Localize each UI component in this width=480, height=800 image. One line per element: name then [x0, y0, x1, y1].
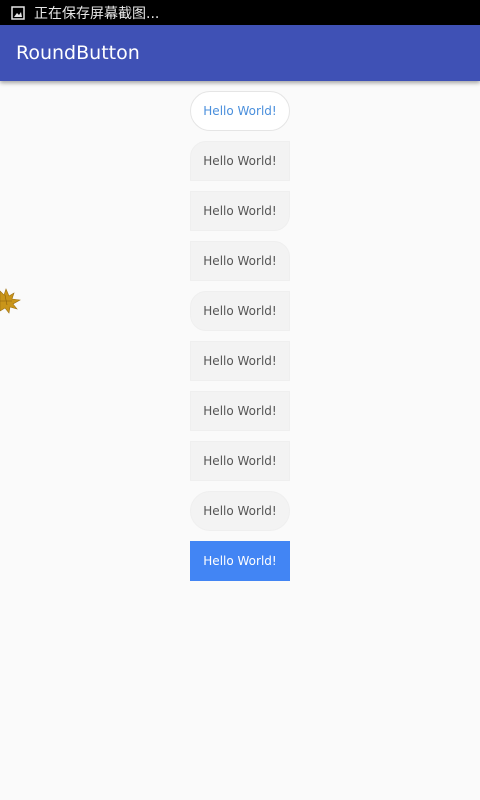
- image-icon: [11, 5, 25, 20]
- square-button-1[interactable]: Hello World!: [190, 341, 290, 381]
- button-label: Hello World!: [203, 404, 277, 418]
- status-bar: 正在保存屏幕截图...: [0, 0, 480, 25]
- round-button-bottom-right[interactable]: Hello World!: [190, 191, 290, 231]
- round-button-left[interactable]: Hello World!: [190, 291, 290, 331]
- button-label: Hello World!: [203, 254, 277, 268]
- round-button-top-left[interactable]: Hello World!: [190, 141, 290, 181]
- app-bar: RoundButton: [0, 25, 480, 81]
- status-notification-text: 正在保存屏幕截图...: [34, 5, 160, 22]
- button-label: Hello World!: [203, 354, 277, 368]
- app-title: RoundButton: [16, 42, 140, 64]
- button-label: Hello World!: [203, 204, 277, 218]
- button-label: Hello World!: [203, 104, 277, 118]
- button-label: Hello World!: [203, 504, 277, 518]
- button-label: Hello World!: [203, 554, 277, 568]
- maple-leaf-icon: [0, 283, 26, 321]
- button-label: Hello World!: [203, 454, 277, 468]
- round-button-outline-pill[interactable]: Hello World!: [190, 91, 290, 131]
- button-list: Hello World! Hello World! Hello World! H…: [190, 91, 290, 591]
- square-button-2[interactable]: Hello World!: [190, 391, 290, 431]
- round-button-top-right[interactable]: Hello World!: [190, 241, 290, 281]
- button-label: Hello World!: [203, 154, 277, 168]
- primary-button[interactable]: Hello World!: [190, 541, 290, 581]
- square-button-3[interactable]: Hello World!: [190, 441, 290, 481]
- button-label: Hello World!: [203, 304, 277, 318]
- round-button-pill[interactable]: Hello World!: [190, 491, 290, 531]
- main-content: Hello World! Hello World! Hello World! H…: [0, 81, 480, 800]
